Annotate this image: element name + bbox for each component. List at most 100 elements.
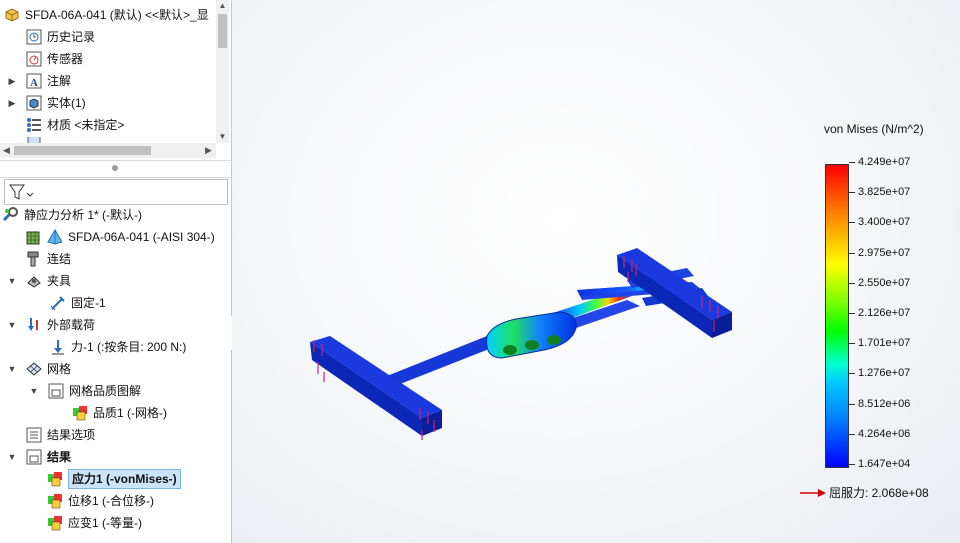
legend-tick-label: 1.647e+04 [858, 458, 911, 470]
tree-item-label: 传感器 [47, 52, 84, 66]
scroll-left-icon[interactable]: ◀ [0, 143, 13, 158]
tree-item-annotations[interactable]: ▶ A 注解 [6, 71, 71, 91]
legend-tick [849, 192, 855, 194]
collapse-arrow-icon[interactable]: ▼ [6, 315, 18, 335]
tree-item-label: 静应力分析 1* (-默认-) [24, 208, 142, 222]
tree-item-result-options[interactable]: 结果选项 [26, 425, 95, 445]
feature-manager-panel: SFDA-06A-041 (默认) <<默认>_显 历史记录 传感器 ▶ A 注… [0, 0, 232, 543]
tree-item-external-loads[interactable]: ▼ 外部载荷 [6, 315, 95, 335]
legend-tick [849, 162, 855, 163]
stress-plot-icon [47, 471, 63, 487]
tree-item-label: 结果选项 [47, 428, 96, 442]
center-plate [486, 311, 577, 359]
tree-item-solid-bodies[interactable]: ▶ 实体(1) [6, 93, 86, 113]
annotation-icon: A [26, 73, 42, 89]
simulation-tree: 静应力分析 1* (-默认-) SFDA-06A-041 (-AISI 304-… [0, 205, 231, 543]
force-arrow-icon [50, 339, 66, 355]
scroll-down-icon[interactable]: ▼ [216, 131, 229, 143]
tree-item-label: 固定-1 [71, 296, 106, 310]
tree-item-connections[interactable]: 连结 [26, 249, 71, 269]
tree-item-label: 注解 [47, 74, 72, 88]
expand-arrow-icon[interactable]: ▶ [6, 93, 18, 113]
collapse-arrow-icon[interactable]: ▼ [6, 359, 18, 379]
tree-item-label: 外部载荷 [47, 318, 96, 332]
svg-text:A: A [30, 77, 38, 89]
splitter-grip-icon[interactable] [112, 165, 118, 171]
solid-icon [47, 229, 63, 245]
results-folder-icon [26, 449, 42, 465]
legend-tick [849, 433, 855, 435]
legend-tick-label: 2.975e+07 [858, 246, 911, 259]
collapse-arrow-icon[interactable]: ▼ [6, 447, 18, 467]
tree-horizontal-scrollbar[interactable]: ◀ ▶ [0, 143, 216, 158]
legend-tick [849, 313, 855, 314]
tree-item-part[interactable]: SFDA-06A-041 (-AISI 304-) [26, 227, 215, 247]
tree-item-mesh-quality-plot[interactable]: ▼ 网格品质图解 [28, 381, 141, 401]
tree-item-fixed[interactable]: 固定-1 [50, 293, 106, 313]
tree-item-mesh[interactable]: ▼ 网格 [6, 359, 71, 379]
yield-arrow-icon [800, 488, 826, 497]
collapse-arrow-icon[interactable]: ▼ [6, 271, 18, 291]
displacement-plot-icon [47, 493, 63, 509]
tree-item-label: SFDA-06A-041 (-AISI 304-) [68, 230, 215, 244]
mesh-icon [26, 361, 42, 377]
tree-item-fixtures[interactable]: ▼ 夹具 [6, 271, 71, 291]
tree-item-strain[interactable]: 应变1 (-等量-) [47, 513, 142, 533]
tree-item-label: 力-1 (:按条目: 200 N:) [71, 340, 187, 354]
legend-tick [849, 282, 855, 284]
tree-item-label: 应变1 (-等量-) [68, 516, 142, 530]
legend-tick-label: 1.276e+07 [858, 367, 911, 380]
tree-item-label: 应力1 (-vonMises-) [68, 469, 181, 489]
legend-tick-label: 4.264e+06 [858, 427, 911, 440]
sensor-icon [26, 51, 42, 67]
legend-tick [849, 464, 855, 465]
feature-tree: SFDA-06A-041 (默认) <<默认>_显 历史记录 传感器 ▶ A 注… [0, 0, 231, 160]
tree-item-label: 网格 [47, 362, 72, 376]
static-study-icon [3, 207, 19, 223]
scroll-thumb[interactable] [14, 146, 151, 155]
legend-tick-label: 1.701e+07 [858, 337, 911, 350]
graphics-viewport[interactable]: von Mises (N/m^2) 4.249e+07 3.825e+07 3.40… [232, 0, 960, 543]
material-icon [26, 117, 42, 133]
pane-splitter[interactable] [0, 160, 231, 178]
tree-item-results[interactable]: ▼ 结果 [6, 447, 71, 467]
tree-item-label: 结果 [47, 450, 72, 464]
tree-filter[interactable] [4, 179, 228, 205]
yield-strength-indicator: 屈服力: 2.068e+08 [800, 484, 929, 501]
tree-vertical-scrollbar[interactable]: ▲ ▼ [216, 0, 229, 143]
left-end-block [310, 336, 442, 436]
filter-icon[interactable] [8, 182, 34, 202]
legend-title: von Mises (N/m^2) [824, 122, 924, 136]
tree-item-history[interactable]: 历史记录 [26, 27, 95, 47]
mesh-part-icon [26, 229, 42, 245]
scroll-thumb[interactable] [218, 14, 227, 48]
legend-tick-label: 8.512e+06 [858, 397, 911, 410]
collapse-arrow-icon[interactable]: ▼ [28, 381, 40, 401]
legend-tick-label: 4.249e+07 [858, 156, 911, 168]
connection-icon [26, 251, 42, 267]
scroll-up-icon[interactable]: ▲ [216, 0, 229, 12]
tree-item-force[interactable]: 力-1 (:按条目: 200 N:) [50, 337, 186, 357]
tree-item-displacement[interactable]: 位移1 (-合位移-) [47, 491, 154, 511]
legend-color-bar [825, 164, 849, 468]
history-folder-icon [26, 29, 42, 45]
legend-tick [849, 252, 855, 254]
tree-root-part[interactable]: SFDA-06A-041 (默认) <<默认>_显 [4, 5, 209, 25]
part-label: SFDA-06A-041 (默认) <<默认>_显 [25, 8, 209, 22]
result-options-icon [26, 427, 42, 443]
solid-body-icon [26, 95, 42, 111]
tree-item-stress[interactable]: 应力1 (-vonMises-) [47, 469, 181, 489]
tree-item-sensors[interactable]: 传感器 [26, 49, 83, 69]
expand-arrow-icon[interactable]: ▶ [6, 71, 18, 91]
scroll-right-icon[interactable]: ▶ [202, 143, 215, 158]
yield-label: 屈服力: 2.068e+08 [829, 486, 929, 500]
legend-tick [849, 373, 855, 375]
legend-tick-label: 3.400e+07 [858, 216, 911, 229]
tree-item-material[interactable]: 材质 <未指定> [26, 115, 124, 135]
tree-item-quality[interactable]: 品质1 (-网格-) [72, 403, 167, 423]
plot-folder-icon [48, 383, 64, 399]
stress-model[interactable] [232, 0, 960, 543]
strain-plot-icon [47, 515, 63, 531]
external-load-icon [26, 317, 42, 333]
tree-item-study[interactable]: 静应力分析 1* (-默认-) [3, 205, 142, 225]
